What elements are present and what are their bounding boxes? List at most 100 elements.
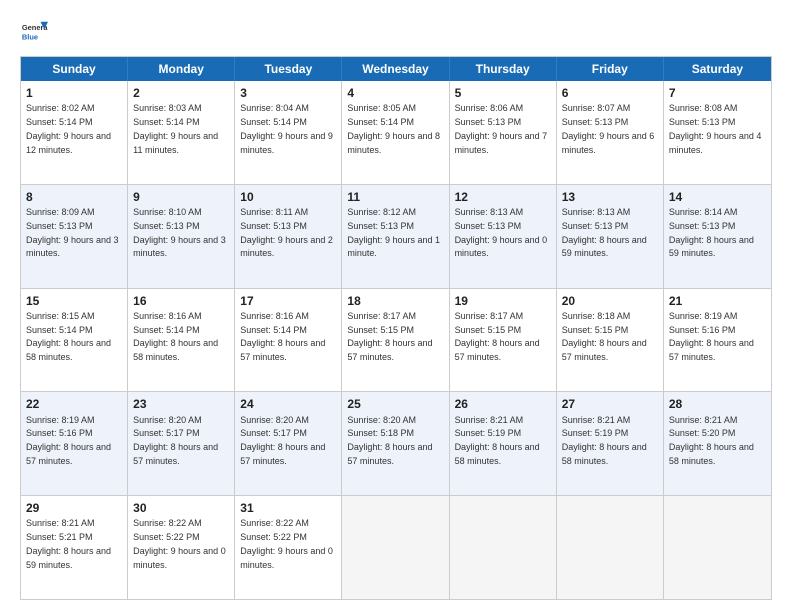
day-number: 11 bbox=[347, 189, 443, 205]
day-number: 23 bbox=[133, 396, 229, 412]
day-number: 26 bbox=[455, 396, 551, 412]
empty-cell bbox=[342, 496, 449, 599]
calendar-body: 1 Sunrise: 8:02 AMSunset: 5:14 PMDaylight… bbox=[21, 81, 771, 599]
day-number: 2 bbox=[133, 85, 229, 101]
day-cell-19: 19 Sunrise: 8:17 AMSunset: 5:15 PMDayligh… bbox=[450, 289, 557, 392]
day-cell-13: 13 Sunrise: 8:13 AMSunset: 5:13 PMDayligh… bbox=[557, 185, 664, 288]
day-cell-29: 29 Sunrise: 8:21 AMSunset: 5:21 PMDayligh… bbox=[21, 496, 128, 599]
cell-info: Sunrise: 8:06 AMSunset: 5:13 PMDaylight:… bbox=[455, 103, 548, 154]
cell-info: Sunrise: 8:12 AMSunset: 5:13 PMDaylight:… bbox=[347, 207, 440, 258]
header-day-wednesday: Wednesday bbox=[342, 57, 449, 81]
cell-info: Sunrise: 8:11 AMSunset: 5:13 PMDaylight:… bbox=[240, 207, 333, 258]
day-number: 29 bbox=[26, 500, 122, 516]
day-cell-11: 11 Sunrise: 8:12 AMSunset: 5:13 PMDayligh… bbox=[342, 185, 449, 288]
day-number: 1 bbox=[26, 85, 122, 101]
day-number: 19 bbox=[455, 293, 551, 309]
day-cell-22: 22 Sunrise: 8:19 AMSunset: 5:16 PMDayligh… bbox=[21, 392, 128, 495]
cell-info: Sunrise: 8:08 AMSunset: 5:13 PMDaylight:… bbox=[669, 103, 762, 154]
calendar-row-2: 8 Sunrise: 8:09 AMSunset: 5:13 PMDaylight… bbox=[21, 185, 771, 289]
cell-info: Sunrise: 8:20 AMSunset: 5:17 PMDaylight:… bbox=[240, 415, 325, 466]
cell-info: Sunrise: 8:16 AMSunset: 5:14 PMDaylight:… bbox=[133, 311, 218, 362]
empty-cell bbox=[450, 496, 557, 599]
day-cell-17: 17 Sunrise: 8:16 AMSunset: 5:14 PMDayligh… bbox=[235, 289, 342, 392]
day-cell-7: 7 Sunrise: 8:08 AMSunset: 5:13 PMDaylight… bbox=[664, 81, 771, 184]
day-cell-24: 24 Sunrise: 8:20 AMSunset: 5:17 PMDayligh… bbox=[235, 392, 342, 495]
day-number: 24 bbox=[240, 396, 336, 412]
cell-info: Sunrise: 8:09 AMSunset: 5:13 PMDaylight:… bbox=[26, 207, 119, 258]
day-cell-21: 21 Sunrise: 8:19 AMSunset: 5:16 PMDayligh… bbox=[664, 289, 771, 392]
cell-info: Sunrise: 8:13 AMSunset: 5:13 PMDaylight:… bbox=[562, 207, 647, 258]
header-day-monday: Monday bbox=[128, 57, 235, 81]
day-number: 7 bbox=[669, 85, 766, 101]
day-number: 5 bbox=[455, 85, 551, 101]
day-cell-12: 12 Sunrise: 8:13 AMSunset: 5:13 PMDayligh… bbox=[450, 185, 557, 288]
day-number: 14 bbox=[669, 189, 766, 205]
calendar: SundayMondayTuesdayWednesdayThursdayFrid… bbox=[20, 56, 772, 600]
header-day-friday: Friday bbox=[557, 57, 664, 81]
cell-info: Sunrise: 8:21 AMSunset: 5:20 PMDaylight:… bbox=[669, 415, 754, 466]
cell-info: Sunrise: 8:18 AMSunset: 5:15 PMDaylight:… bbox=[562, 311, 647, 362]
calendar-row-4: 22 Sunrise: 8:19 AMSunset: 5:16 PMDayligh… bbox=[21, 392, 771, 496]
day-number: 25 bbox=[347, 396, 443, 412]
cell-info: Sunrise: 8:02 AMSunset: 5:14 PMDaylight:… bbox=[26, 103, 111, 154]
day-cell-3: 3Sunrise: 8:04 AMSunset: 5:14 PMDaylight… bbox=[235, 81, 342, 184]
day-number: 31 bbox=[240, 500, 336, 516]
cell-info: Sunrise: 8:07 AMSunset: 5:13 PMDaylight:… bbox=[562, 103, 655, 154]
day-cell-26: 26 Sunrise: 8:21 AMSunset: 5:19 PMDayligh… bbox=[450, 392, 557, 495]
empty-cell bbox=[664, 496, 771, 599]
day-number: 13 bbox=[562, 189, 658, 205]
cell-info: Sunrise: 8:19 AMSunset: 5:16 PMDaylight:… bbox=[26, 415, 111, 466]
day-number: 16 bbox=[133, 293, 229, 309]
day-cell-8: 8 Sunrise: 8:09 AMSunset: 5:13 PMDaylight… bbox=[21, 185, 128, 288]
cell-info: Sunrise: 8:14 AMSunset: 5:13 PMDaylight:… bbox=[669, 207, 754, 258]
day-number: 30 bbox=[133, 500, 229, 516]
day-cell-4: 4 Sunrise: 8:05 AMSunset: 5:14 PMDaylight… bbox=[342, 81, 449, 184]
day-cell-31: 31 Sunrise: 8:22 AMSunset: 5:22 PMDayligh… bbox=[235, 496, 342, 599]
day-number: 3 bbox=[240, 85, 336, 101]
logo-icon: General Blue bbox=[20, 18, 48, 46]
day-cell-30: 30 Sunrise: 8:22 AMSunset: 5:22 PMDayligh… bbox=[128, 496, 235, 599]
cell-info: Sunrise: 8:17 AMSunset: 5:15 PMDaylight:… bbox=[347, 311, 432, 362]
day-number: 12 bbox=[455, 189, 551, 205]
header-day-saturday: Saturday bbox=[664, 57, 771, 81]
day-number: 21 bbox=[669, 293, 766, 309]
day-cell-15: 15Sunrise: 8:15 AMSunset: 5:14 PMDayligh… bbox=[21, 289, 128, 392]
day-cell-6: 6Sunrise: 8:07 AMSunset: 5:13 PMDaylight… bbox=[557, 81, 664, 184]
day-number: 17 bbox=[240, 293, 336, 309]
day-cell-18: 18 Sunrise: 8:17 AMSunset: 5:15 PMDayligh… bbox=[342, 289, 449, 392]
calendar-header: SundayMondayTuesdayWednesdayThursdayFrid… bbox=[21, 57, 771, 81]
day-number: 20 bbox=[562, 293, 658, 309]
day-cell-27: 27Sunrise: 8:21 AMSunset: 5:19 PMDayligh… bbox=[557, 392, 664, 495]
day-cell-28: 28 Sunrise: 8:21 AMSunset: 5:20 PMDayligh… bbox=[664, 392, 771, 495]
svg-text:Blue: Blue bbox=[22, 32, 38, 41]
day-number: 9 bbox=[133, 189, 229, 205]
day-number: 10 bbox=[240, 189, 336, 205]
day-cell-16: 16 Sunrise: 8:16 AMSunset: 5:14 PMDayligh… bbox=[128, 289, 235, 392]
cell-info: Sunrise: 8:19 AMSunset: 5:16 PMDaylight:… bbox=[669, 311, 754, 362]
day-number: 8 bbox=[26, 189, 122, 205]
header-day-thursday: Thursday bbox=[450, 57, 557, 81]
cell-info: Sunrise: 8:17 AMSunset: 5:15 PMDaylight:… bbox=[455, 311, 540, 362]
day-number: 28 bbox=[669, 396, 766, 412]
cell-info: Sunrise: 8:16 AMSunset: 5:14 PMDaylight:… bbox=[240, 311, 325, 362]
day-number: 22 bbox=[26, 396, 122, 412]
cell-info: Sunrise: 8:10 AMSunset: 5:13 PMDaylight:… bbox=[133, 207, 226, 258]
day-cell-20: 20 Sunrise: 8:18 AMSunset: 5:15 PMDayligh… bbox=[557, 289, 664, 392]
day-cell-10: 10 Sunrise: 8:11 AMSunset: 5:13 PMDayligh… bbox=[235, 185, 342, 288]
cell-info: Sunrise: 8:13 AMSunset: 5:13 PMDaylight:… bbox=[455, 207, 548, 258]
cell-info: Sunrise: 8:21 AMSunset: 5:21 PMDaylight:… bbox=[26, 518, 111, 569]
cell-info: Sunrise: 8:03 AMSunset: 5:14 PMDaylight:… bbox=[133, 103, 218, 154]
day-number: 18 bbox=[347, 293, 443, 309]
day-number: 4 bbox=[347, 85, 443, 101]
day-cell-1: 1 Sunrise: 8:02 AMSunset: 5:14 PMDaylight… bbox=[21, 81, 128, 184]
cell-info: Sunrise: 8:22 AMSunset: 5:22 PMDaylight:… bbox=[240, 518, 333, 569]
cell-info: Sunrise: 8:22 AMSunset: 5:22 PMDaylight:… bbox=[133, 518, 226, 569]
logo: General Blue bbox=[20, 18, 48, 46]
header-day-sunday: Sunday bbox=[21, 57, 128, 81]
day-cell-9: 9 Sunrise: 8:10 AMSunset: 5:13 PMDaylight… bbox=[128, 185, 235, 288]
day-cell-23: 23 Sunrise: 8:20 AMSunset: 5:17 PMDayligh… bbox=[128, 392, 235, 495]
cell-info: Sunrise: 8:20 AMSunset: 5:17 PMDaylight:… bbox=[133, 415, 218, 466]
day-number: 15 bbox=[26, 293, 122, 309]
cell-info: Sunrise: 8:05 AMSunset: 5:14 PMDaylight:… bbox=[347, 103, 440, 154]
cell-info: Sunrise: 8:21 AMSunset: 5:19 PMDaylight:… bbox=[455, 415, 540, 466]
